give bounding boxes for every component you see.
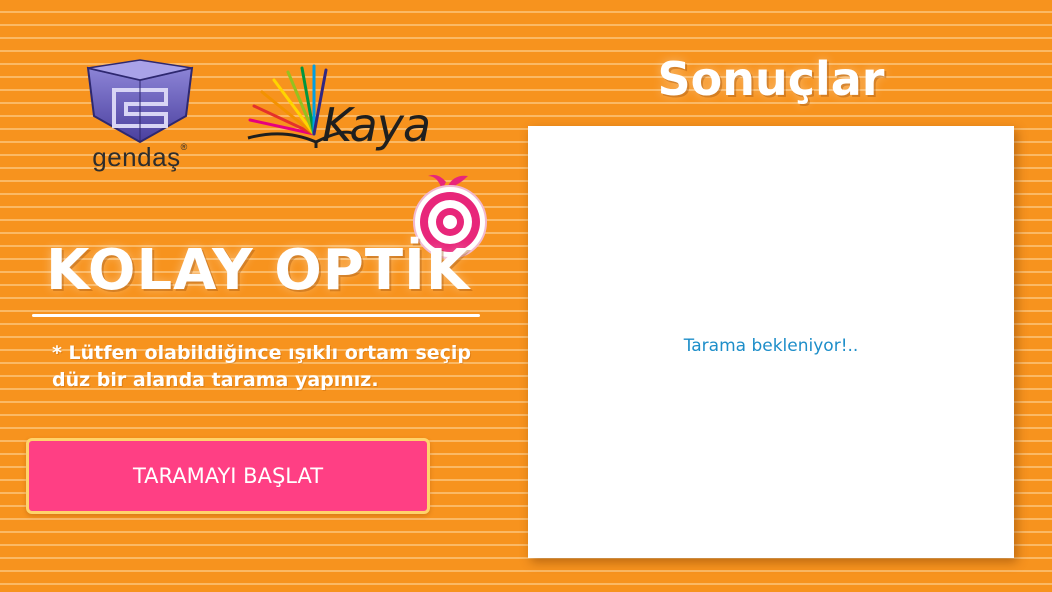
scan-instruction-text: * Lütfen olabildiğince ışıklı ortam seçi… bbox=[52, 342, 472, 391]
results-panel: Tarama bekleniyor!.. bbox=[528, 126, 1014, 558]
title-divider bbox=[32, 314, 480, 317]
kaya-logo-text: Kaya bbox=[322, 98, 431, 152]
gendas-logo-text: gendaş® bbox=[78, 142, 202, 173]
app-title: KOLAY OPTİK bbox=[46, 238, 471, 303]
gendas-logo-icon bbox=[86, 59, 194, 144]
results-title: Sonuçlar bbox=[657, 52, 885, 106]
start-scan-button[interactable]: TARAMAYI BAŞLAT bbox=[26, 438, 430, 514]
gendas-name: gendaş bbox=[92, 142, 181, 172]
start-scan-button-label: TARAMAYI BAŞLAT bbox=[132, 464, 324, 488]
registered-mark: ® bbox=[180, 142, 188, 152]
results-status-text: Tarama bekleniyor!.. bbox=[683, 336, 859, 356]
